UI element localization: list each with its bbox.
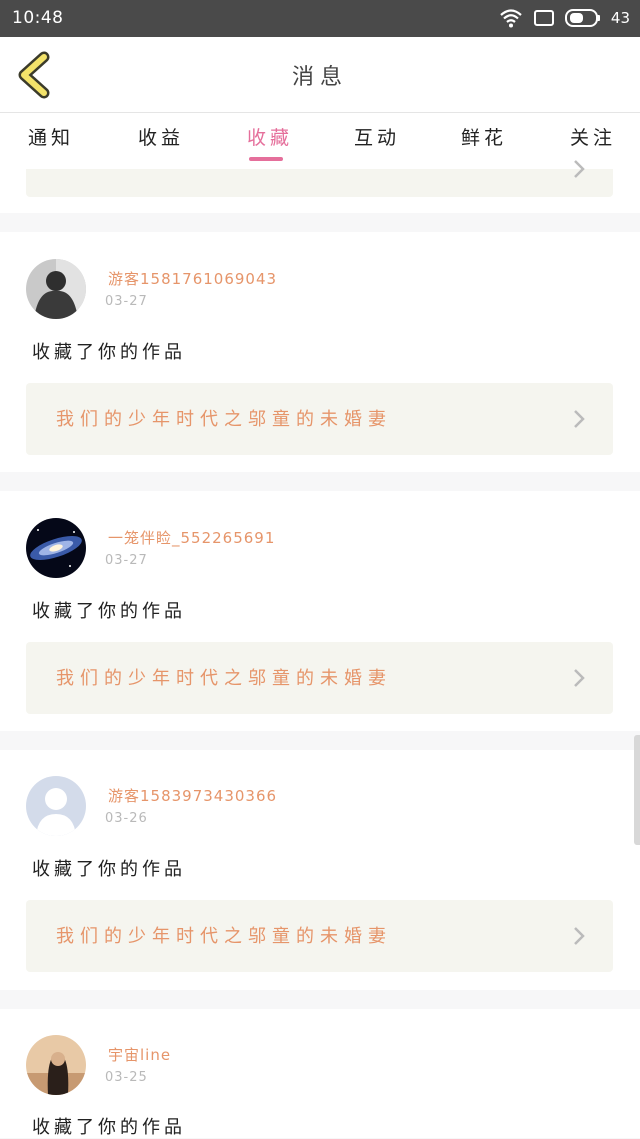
battery-level: 43 [610,9,630,27]
avatar[interactable] [26,518,86,578]
username[interactable]: 宇宙line [108,1044,171,1065]
action-text: 收藏了你的作品 [32,1117,186,1138]
tab-bar: 通知 收益 收藏 互动 鲜花 关注 [0,113,640,169]
list-item: 一笼伴睑_552265691 03-27 收藏了你的作品 我们的少年时代之邬童的… [0,491,640,731]
timestamp: 03-25 [105,1070,148,1085]
chevron-right-icon [574,927,585,945]
chevron-right-icon [574,669,585,687]
tab-notifications[interactable]: 通知 [28,123,74,150]
work-title: 我们的少年时代之邬童的未婚妻 [56,926,392,947]
avatar[interactable] [26,776,86,836]
battery-icon [564,9,600,27]
tab-flowers[interactable]: 鲜花 [461,123,507,150]
action-text: 收藏了你的作品 [32,342,186,363]
scrollbar[interactable] [634,735,640,845]
timestamp: 03-27 [105,294,148,309]
page-title: 消息 [291,65,348,90]
list-item: 游客1583973430366 03-26 收藏了你的作品 我们的少年时代之邬童… [0,750,640,990]
wifi-icon [500,9,522,28]
avatar[interactable] [26,1035,86,1095]
status-time: 10:48 [12,8,64,28]
screen-icon [533,10,554,26]
tab-favorites[interactable]: 收藏 [247,123,293,150]
work-link[interactable]: 我们的少年时代之邬童的未婚妻 [26,900,613,972]
tab-earnings[interactable]: 收益 [138,123,184,150]
list-item: 宇宙line 03-25 收藏了你的作品 [0,1009,640,1138]
chevron-right-icon [574,410,585,428]
username[interactable]: 一笼伴睑_552265691 [108,527,275,548]
list-item: 游客1581761069043 03-27 收藏了你的作品 我们的少年时代之邬童… [0,232,640,472]
list-item [0,160,640,213]
timestamp: 03-27 [105,553,148,568]
username[interactable]: 游客1581761069043 [108,268,277,289]
avatar[interactable] [26,259,86,319]
active-tab-indicator [249,157,283,161]
status-icons: 43 [499,6,630,30]
work-link[interactable]: 我们的少年时代之邬童的未婚妻 [26,642,613,714]
timestamp: 03-26 [105,811,148,826]
work-link[interactable] [26,160,613,197]
work-title: 我们的少年时代之邬童的未婚妻 [56,668,392,689]
status-bar: 10:48 43 [0,0,640,37]
work-link[interactable]: 我们的少年时代之邬童的未婚妻 [26,383,613,455]
action-text: 收藏了你的作品 [32,859,186,880]
work-title: 我们的少年时代之邬童的未婚妻 [56,409,392,430]
tab-interactions[interactable]: 互动 [354,123,400,150]
nav-header: 消息 [0,37,640,113]
chevron-right-icon [574,160,585,178]
username[interactable]: 游客1583973430366 [108,785,277,806]
tab-follows[interactable]: 关注 [570,123,616,150]
action-text: 收藏了你的作品 [32,601,186,622]
